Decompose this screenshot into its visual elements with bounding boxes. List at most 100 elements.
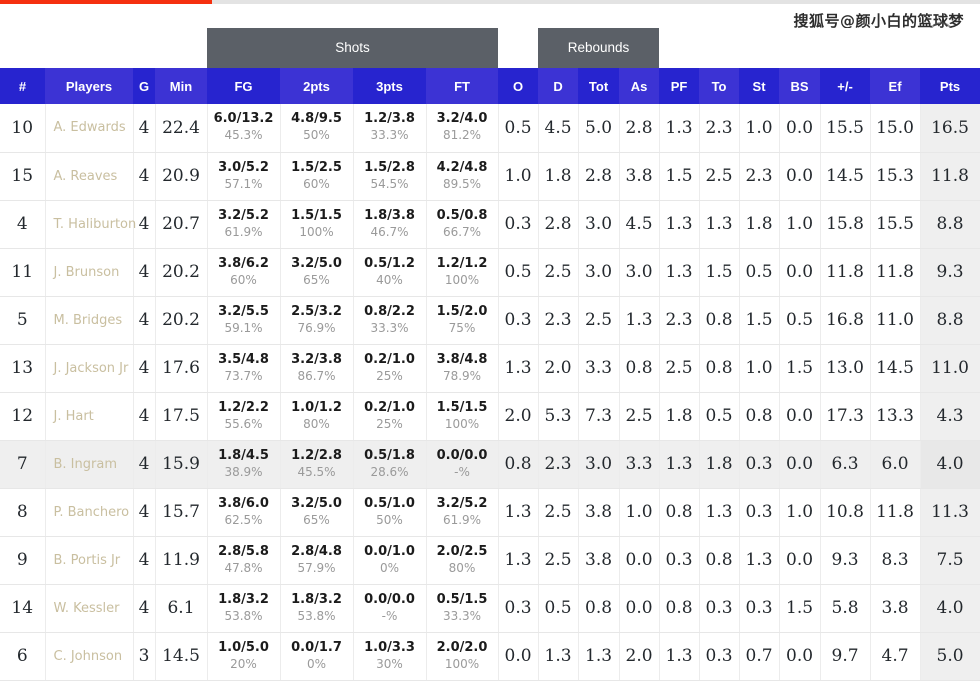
cell-ef: 3.8 [870,584,921,633]
col-header-number[interactable]: # [0,68,45,104]
cell-st: 1.8 [739,200,780,249]
cell-fg-percent: 38.9% [224,464,263,479]
col-header-ft[interactable]: FT [426,68,499,104]
col-header-players[interactable]: Players [45,68,133,104]
cell-ft-made: 3.8/4.8 [436,351,488,367]
cell-g: 4 [133,296,156,345]
cell-fg-percent: 62.5% [224,512,263,527]
table-row[interactable]: 8 P. Banchero 4 15.7 3.8/6.0 62.5% 3.2/5.0 65% 0… [0,488,980,537]
col-header-plus-minus[interactable]: +/- [820,68,871,104]
cell-ft: 3.2/4.0 81.2% [426,104,499,153]
col-header-efficiency[interactable]: Ef [870,68,921,104]
col-header-2pts[interactable]: 2pts [280,68,353,104]
cell-3pts-percent: 33.3% [370,320,409,335]
col-header-steals[interactable]: St [739,68,780,104]
cell-pm: 11.8 [820,248,871,297]
cell-fg-made: 3.8/6.2 [218,255,269,271]
cell-pm: 6.3 [820,440,871,489]
cell-2pts-percent: 60% [303,176,330,191]
cell-ft-percent: 75% [448,320,476,335]
cell-d: 1.3 [538,632,579,681]
cell-st: 0.7 [739,632,780,681]
cell-2pts-made: 1.2/2.8 [291,447,342,463]
cell-ef: 8.3 [870,536,921,585]
cell-fg: 2.8/5.8 47.8% [207,536,281,585]
cell-ft-percent: 100% [444,416,480,431]
col-header-personal-fouls[interactable]: PF [659,68,700,104]
table-row[interactable]: 15 A. Reaves 4 20.9 3.0/5.2 57.1% 1.5/2.5 60% 1.… [0,152,980,201]
cell-as: 3.3 [619,440,660,489]
table-body: 10 A. Edwards 4 22.4 6.0/13.2 45.3% 4.8/9.5 50%… [0,104,980,681]
table-row[interactable]: 4 T. Haliburton 4 20.7 3.2/5.2 61.9% 1.5/1.5 10… [0,200,980,249]
cell-tot: 3.3 [578,344,620,393]
cell-pts: 11.0 [920,344,980,393]
cell-3pts-made: 0.0/1.0 [364,543,415,559]
cell-3pts: 1.0/3.3 30% [353,632,427,681]
cell-fg: 1.8/3.2 53.8% [207,584,281,633]
cell-2pts-made: 4.8/9.5 [291,111,342,127]
cell-o: 0.3 [498,296,539,345]
cell-as: 1.0 [619,488,660,537]
table-row[interactable]: 11 J. Brunson 4 20.2 3.8/6.2 60% 3.2/5.0 65% 0.5… [0,248,980,297]
cell-2pts-made: 0.0/1.7 [291,639,342,655]
col-header-offensive-rebounds[interactable]: O [498,68,539,104]
cell-fg-percent: 61.9% [224,224,263,239]
cell-d: 2.3 [538,440,579,489]
cell-3pts: 0.5/1.2 40% [353,248,427,297]
cell-ft: 3.8/4.8 78.9% [426,344,499,393]
table-row[interactable]: 7 B. Ingram 4 15.9 1.8/4.5 38.9% 1.2/2.8 45.5% 0… [0,440,980,489]
cell-3pts-percent: 25% [376,416,403,431]
col-header-blocks[interactable]: BS [779,68,821,104]
cell-2pts: 4.8/9.5 50% [280,104,354,153]
cell-3pts-percent: 0% [379,560,400,575]
table-row[interactable]: 12 J. Hart 4 17.5 1.2/2.2 55.6% 1.0/1.2 80% 0.2/… [0,392,980,441]
col-header-3pts[interactable]: 3pts [353,68,426,104]
cell-bs: 0.0 [779,536,821,585]
table-row[interactable]: 10 A. Edwards 4 22.4 6.0/13.2 45.3% 4.8/9.5 50%… [0,104,980,153]
cell-as: 1.3 [619,296,660,345]
cell-pts: 11.8 [920,152,980,201]
group-header-gap [498,28,539,68]
cell-2pts: 1.0/1.2 80% [280,392,354,441]
cell-o: 1.3 [498,536,539,585]
cell-min: 20.2 [155,248,208,297]
cell-3pts: 0.0/1.0 0% [353,536,427,585]
cell-3pts: 1.5/2.8 54.5% [353,152,427,201]
cell-3pts-percent: 46.7% [370,224,409,239]
cell-2pts-percent: 76.9% [297,320,336,335]
col-header-points[interactable]: Pts [920,68,980,104]
table-row[interactable]: 13 J. Jackson Jr 4 17.6 3.5/4.8 73.7% 3.2/3.8 8… [0,344,980,393]
cell-fg: 1.8/4.5 38.9% [207,440,281,489]
cell-num: 14 [0,584,46,633]
cell-fg-percent: 55.6% [224,416,263,431]
cell-2pts-made: 2.5/3.2 [291,303,342,319]
cell-ft-percent: 81.2% [442,128,482,143]
col-header-total-rebounds[interactable]: Tot [578,68,620,104]
col-header-games[interactable]: G [133,68,155,104]
cell-2pts-made: 2.8/4.8 [291,543,342,559]
cell-ft-percent: 89.5% [442,176,482,191]
cell-player: M. Bridges [45,296,134,345]
table-row[interactable]: 14 W. Kessler 4 6.1 1.8/3.2 53.8% 1.8/3.2 53.8%… [0,584,980,633]
col-header-defensive-rebounds[interactable]: D [538,68,579,104]
cell-st: 1.5 [739,296,780,345]
cell-ft-percent: 100% [444,272,480,287]
cell-pf: 1.3 [659,440,700,489]
col-header-turnovers[interactable]: To [699,68,740,104]
col-header-minutes[interactable]: Min [155,68,207,104]
table-row[interactable]: 9 B. Portis Jr 4 11.9 2.8/5.8 47.8% 2.8/4.8 57.… [0,536,980,585]
table-row[interactable]: 6 C. Johnson 3 14.5 1.0/5.0 20% 0.0/1.7 0% 1.0/3… [0,632,980,681]
col-header-fg[interactable]: FG [207,68,280,104]
cell-d: 2.8 [538,200,579,249]
cell-pm: 9.7 [820,632,871,681]
cell-pts: 7.5 [920,536,980,585]
cell-to: 1.3 [699,200,740,249]
cell-fg: 1.0/5.0 20% [207,632,281,681]
col-header-assists[interactable]: As [619,68,660,104]
cell-bs: 0.0 [779,440,821,489]
cell-3pts-made: 0.5/1.8 [364,447,415,463]
cell-2pts-made: 1.0/1.2 [291,399,342,415]
table-row[interactable]: 5 M. Bridges 4 20.2 3.2/5.5 59.1% 2.5/3.2 76.9%… [0,296,980,345]
cell-ef: 14.5 [870,344,921,393]
column-header-row: # Players G Min FG 2pts 3pts FT O D Tot … [0,68,980,104]
